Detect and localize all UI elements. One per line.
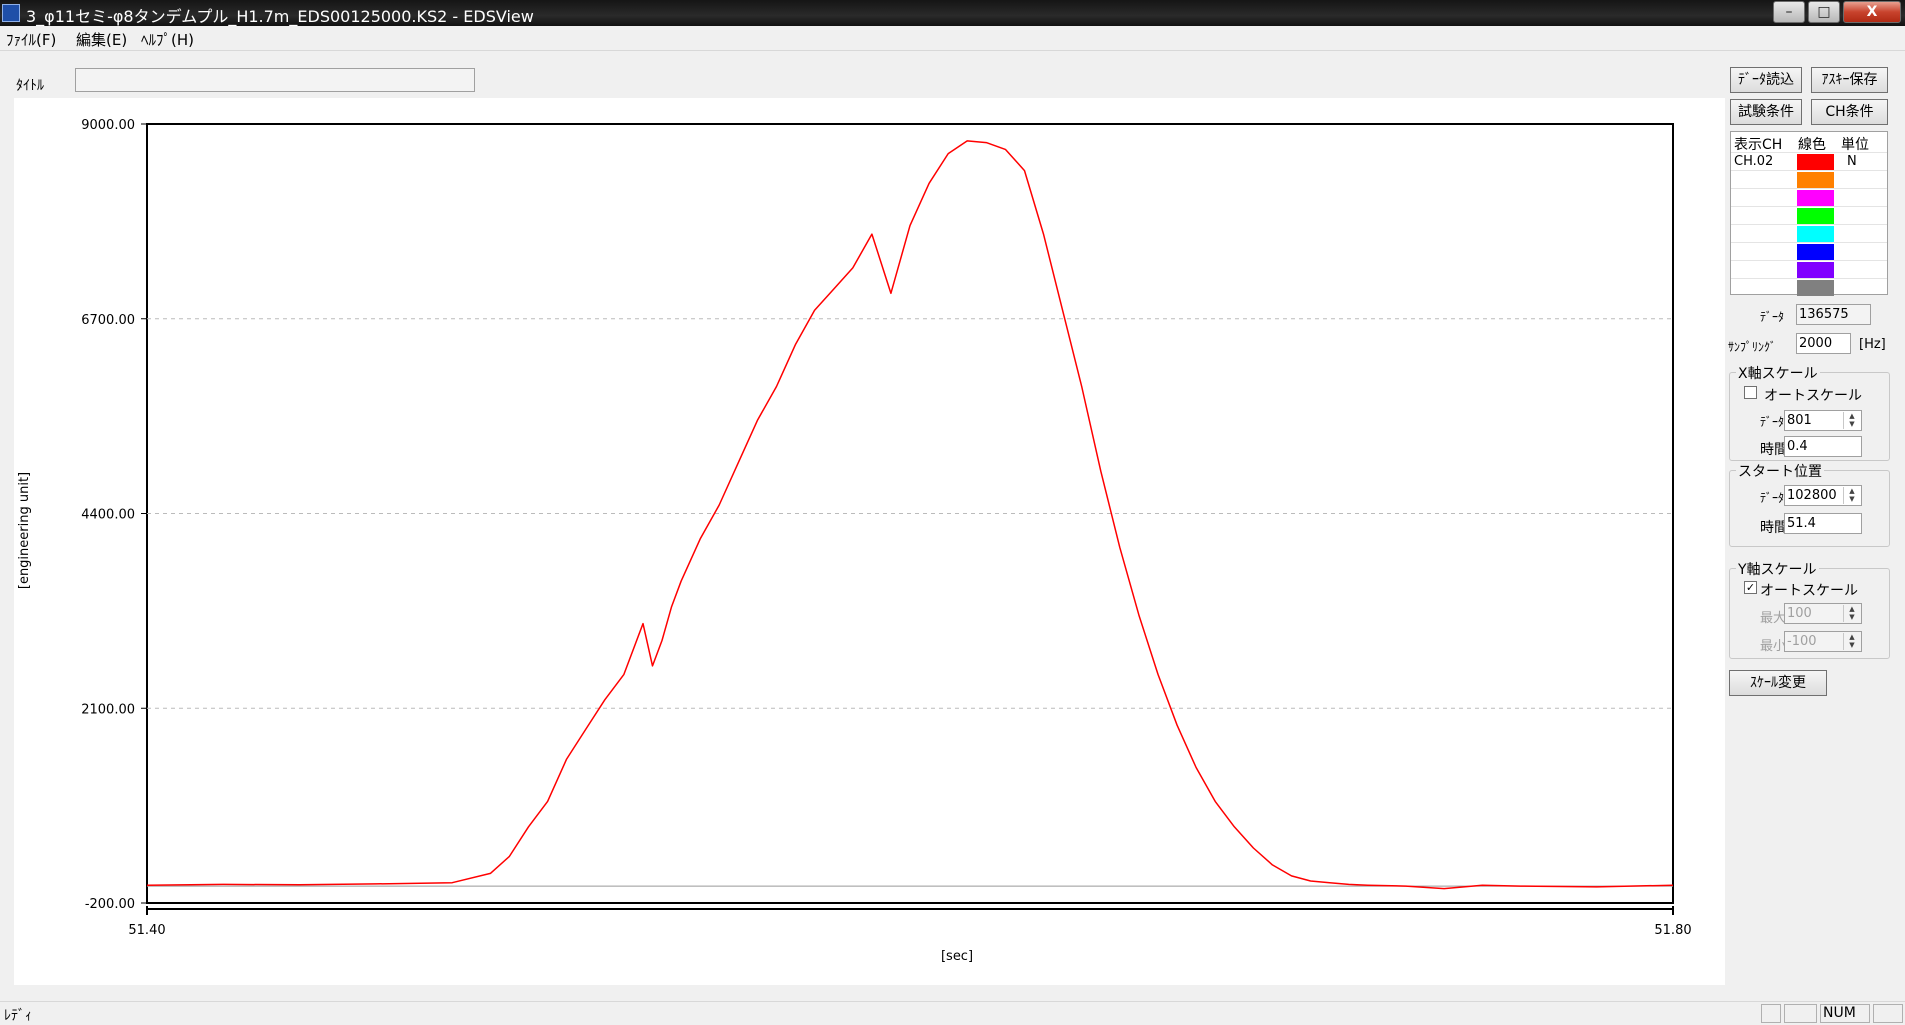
start-data-spinner[interactable]: ▲ ▼ — [1843, 487, 1860, 504]
x-tick-label: 51.40 — [128, 923, 165, 938]
start-position-title: スタート位置 — [1736, 461, 1824, 481]
y-autoscale-checkbox[interactable]: ✓ — [1744, 581, 1757, 594]
y-min-label: 最小 — [1760, 639, 1787, 654]
channel-row[interactable]: CH.02 N — [1731, 152, 1887, 171]
status-bar: ﾚﾃﾞｨ NUM — [0, 1001, 1905, 1025]
menu-edit[interactable]: 編集(E) — [76, 29, 127, 50]
num-lock-indicator: NUM — [1820, 1004, 1870, 1023]
ch-header-unit: 単位 — [1841, 137, 1869, 153]
title-label: ﾀｲﾄﾙ — [16, 78, 44, 94]
menu-file[interactable]: ﾌｧｲﾙ(F) — [6, 29, 56, 50]
data-count-field: 136575 — [1796, 304, 1871, 325]
start-time-field[interactable]: 51.4 — [1784, 513, 1862, 534]
channel-color-swatch[interactable] — [1797, 172, 1834, 188]
window-title: 3_φ11セミ-φ8タンデムプル_H1.7m_EDS00125000.KS2 -… — [26, 7, 534, 26]
y-scale-group: Y軸スケール ✓ オートスケール 最大 100 ▲ ▼ 最小 -100 ▲ ▼ — [1729, 559, 1890, 659]
status-pane-4 — [1873, 1004, 1903, 1023]
menu-bar: ﾌｧｲﾙ(F) 編集(E) ﾍﾙﾌﾟ(H) — [0, 26, 1905, 51]
channel-row[interactable] — [1731, 260, 1887, 279]
control-panel: ﾃﾞｰﾀ読込 ｱｽｷｰ保存 試験条件 CH条件 表示CH 線色 単位 CH.02… — [1725, 51, 1905, 1001]
channel-row[interactable] — [1731, 206, 1887, 225]
close-button[interactable]: X — [1843, 1, 1901, 23]
y-tick-label: 9000.00 — [81, 118, 135, 133]
y-min-value: -100 — [1787, 634, 1817, 649]
menu-help[interactable]: ﾍﾙﾌﾟ(H) — [141, 29, 194, 50]
y-max-value: 100 — [1787, 606, 1812, 621]
window-titlebar: 3_φ11セミ-φ8タンデムプル_H1.7m_EDS00125000.KS2 -… — [0, 0, 1905, 26]
ascii-save-button[interactable]: ｱｽｷｰ保存 — [1811, 67, 1888, 93]
status-pane-1 — [1761, 1004, 1781, 1023]
y-min-field: -100 ▲ ▼ — [1784, 631, 1862, 652]
load-data-button[interactable]: ﾃﾞｰﾀ読込 — [1730, 67, 1802, 93]
channel-row[interactable] — [1731, 170, 1887, 189]
app-icon[interactable] — [2, 4, 20, 22]
data-count-label: ﾃﾞｰﾀ — [1760, 310, 1785, 324]
channel-color-swatch[interactable] — [1797, 262, 1834, 278]
channel-row[interactable] — [1731, 188, 1887, 207]
y-tick-label: 2100.00 — [81, 702, 135, 717]
channel-color-swatch[interactable] — [1797, 154, 1834, 170]
channel-row[interactable] — [1731, 224, 1887, 243]
x-data-spinner[interactable]: ▲ ▼ — [1843, 412, 1860, 429]
ch-header-channel: 表示CH — [1734, 137, 1783, 153]
channel-color-swatch[interactable] — [1797, 280, 1834, 296]
y-tick-label: 6700.00 — [81, 313, 135, 328]
y-max-field: 100 ▲ ▼ — [1784, 603, 1862, 624]
channel-table[interactable]: 表示CH 線色 単位 CH.02 N — [1730, 131, 1888, 297]
maximize-button[interactable]: □ — [1808, 1, 1840, 23]
x-scale-group: X軸スケール オートスケール ﾃﾞｰﾀ 801 ▲ ▼ 時間 0.4 — [1729, 363, 1890, 461]
x-autoscale-label: オートスケール — [1764, 388, 1862, 404]
ch-conditions-button[interactable]: CH条件 — [1811, 99, 1888, 125]
y-autoscale-label: オートスケール — [1760, 583, 1858, 599]
x-time-field[interactable]: 0.4 — [1784, 436, 1862, 457]
x-data-value: 801 — [1787, 413, 1812, 428]
channel-row[interactable] — [1731, 278, 1887, 297]
y-scale-title: Y軸スケール — [1736, 559, 1819, 579]
sampling-unit: [Hz] — [1859, 337, 1886, 352]
x-tick-label: 51.80 — [1654, 923, 1691, 938]
test-conditions-button[interactable]: 試験条件 — [1730, 99, 1802, 125]
start-data-field[interactable]: 102800 ▲ ▼ — [1784, 485, 1862, 506]
start-position-group: スタート位置 ﾃﾞｰﾀ 102800 ▲ ▼ 時間 51.4 — [1729, 461, 1890, 547]
ch-header-color: 線色 — [1798, 137, 1826, 153]
start-data-label: ﾃﾞｰﾀ — [1760, 491, 1785, 505]
status-text: ﾚﾃﾞｨ — [4, 1008, 32, 1024]
status-pane-2 — [1784, 1004, 1817, 1023]
channel-color-swatch[interactable] — [1797, 208, 1834, 224]
channel-color-swatch[interactable] — [1797, 190, 1834, 206]
channel-name: CH.02 — [1734, 154, 1774, 169]
x-scale-title: X軸スケール — [1736, 363, 1820, 383]
minimize-button[interactable]: – — [1773, 1, 1805, 23]
line-chart: 9000.00 6700.00 4400.00 2100.00 -200.00 51.40… — [17, 118, 1692, 964]
channel-color-swatch[interactable] — [1797, 226, 1834, 242]
channel-color-swatch[interactable] — [1797, 244, 1834, 260]
start-data-value: 102800 — [1787, 488, 1837, 503]
plot-panel: 9000.00 6700.00 4400.00 2100.00 -200.00 51.40… — [14, 98, 1725, 985]
x-autoscale-checkbox[interactable] — [1744, 386, 1757, 399]
y-axis-label: [engineering unit] — [17, 472, 32, 589]
y-tick-label: -200.00 — [85, 897, 135, 912]
scale-change-button[interactable]: ｽｹｰﾙ変更 — [1729, 670, 1827, 696]
channel-row[interactable] — [1731, 242, 1887, 261]
x-data-label: ﾃﾞｰﾀ — [1760, 415, 1785, 429]
channel-unit: N — [1847, 154, 1857, 169]
x-data-field[interactable]: 801 ▲ ▼ — [1784, 410, 1862, 431]
y-tick-label: 4400.00 — [81, 508, 135, 523]
title-field[interactable] — [75, 68, 475, 92]
y-max-spinner: ▲ ▼ — [1843, 605, 1860, 622]
sampling-field[interactable]: 2000 — [1796, 333, 1851, 354]
title-row: ﾀｲﾄﾙ — [0, 51, 1725, 98]
sampling-label: ｻﾝﾌﾟﾘﾝｸﾞ — [1728, 340, 1777, 354]
x-axis-label: [sec] — [941, 949, 973, 964]
y-min-spinner: ▲ ▼ — [1843, 633, 1860, 650]
y-max-label: 最大 — [1760, 611, 1787, 626]
